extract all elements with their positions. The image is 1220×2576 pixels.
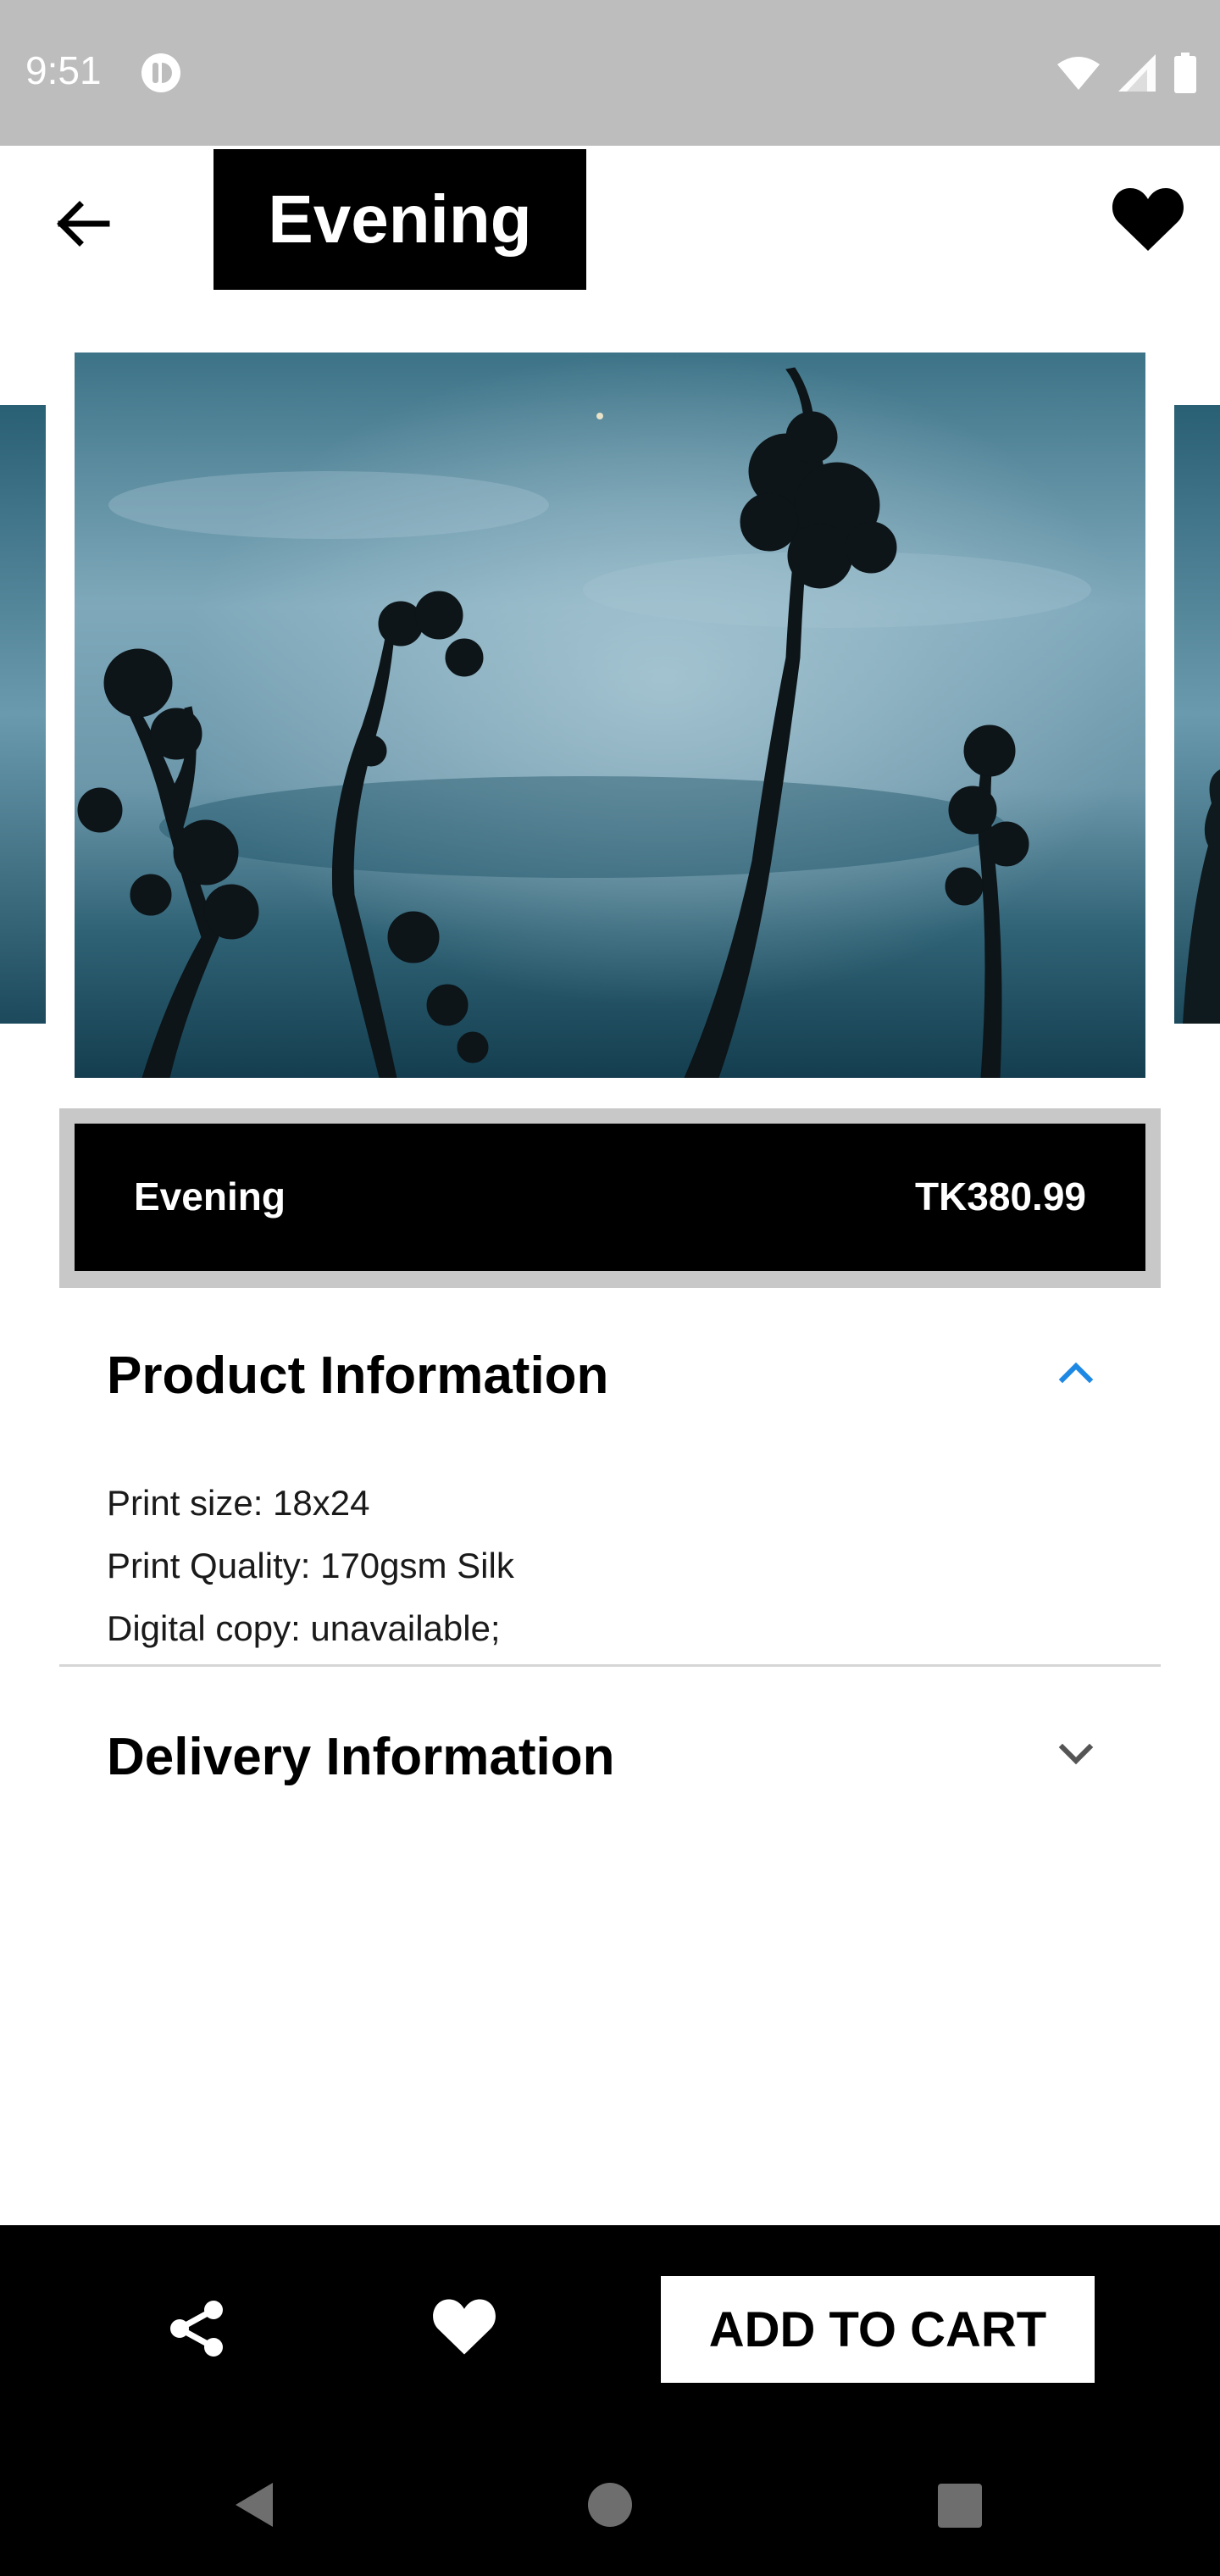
nav-home-button[interactable] [586, 2481, 634, 2529]
status-time: 9:51 [25, 48, 102, 92]
status-icons [1057, 51, 1196, 95]
share-icon [170, 2301, 223, 2357]
favorite-button-bottom[interactable] [432, 2296, 496, 2357]
product-info-header[interactable]: Product Information [59, 1322, 1161, 1424]
section-divider [59, 1664, 1161, 1667]
status-bar [0, 0, 1220, 146]
previous-image-peek[interactable] [0, 405, 46, 1024]
nav-back-button[interactable] [229, 2478, 283, 2532]
chevron-up-icon[interactable] [1051, 1347, 1101, 1398]
product-image[interactable] [75, 353, 1145, 1078]
page-title: Evening [268, 181, 532, 257]
notification-icon [141, 53, 181, 93]
share-button[interactable] [166, 2298, 227, 2359]
product-name: Evening [134, 1174, 286, 1219]
next-image-peek[interactable] [1174, 405, 1220, 1024]
heart-icon [433, 2299, 496, 2355]
nav-recents-button[interactable] [937, 2483, 983, 2529]
favorite-button-top[interactable] [1112, 185, 1184, 254]
wifi-icon [1057, 57, 1100, 90]
back-button[interactable] [47, 188, 119, 259]
title-box: Evening [214, 149, 586, 290]
signal-icon [1118, 54, 1156, 92]
product-price: TK380.99 [914, 1174, 1086, 1219]
nav-home-icon [588, 2483, 632, 2527]
chevron-down-icon[interactable] [1051, 1729, 1101, 1779]
heart-icon [1112, 188, 1184, 251]
nav-back-icon [236, 2483, 273, 2527]
product-info-title: Product Information [107, 1346, 609, 1405]
add-to-cart-button[interactable]: ADD TO CART [661, 2276, 1095, 2383]
delivery-info-header[interactable]: Delivery Information [59, 1703, 1161, 1805]
info-line-print-quality: Print Quality: 170gsm Silk [107, 1546, 514, 1585]
info-line-digital-copy: Digital copy: unavailable; [107, 1608, 501, 1648]
nav-recents-icon [938, 2484, 982, 2528]
battery-icon [1174, 53, 1196, 93]
add-to-cart-label: ADD TO CART [708, 2301, 1047, 2357]
info-line-print-size: Print size: 18x24 [107, 1483, 370, 1523]
back-arrow-icon [57, 201, 110, 247]
delivery-info-title: Delivery Information [107, 1728, 615, 1786]
